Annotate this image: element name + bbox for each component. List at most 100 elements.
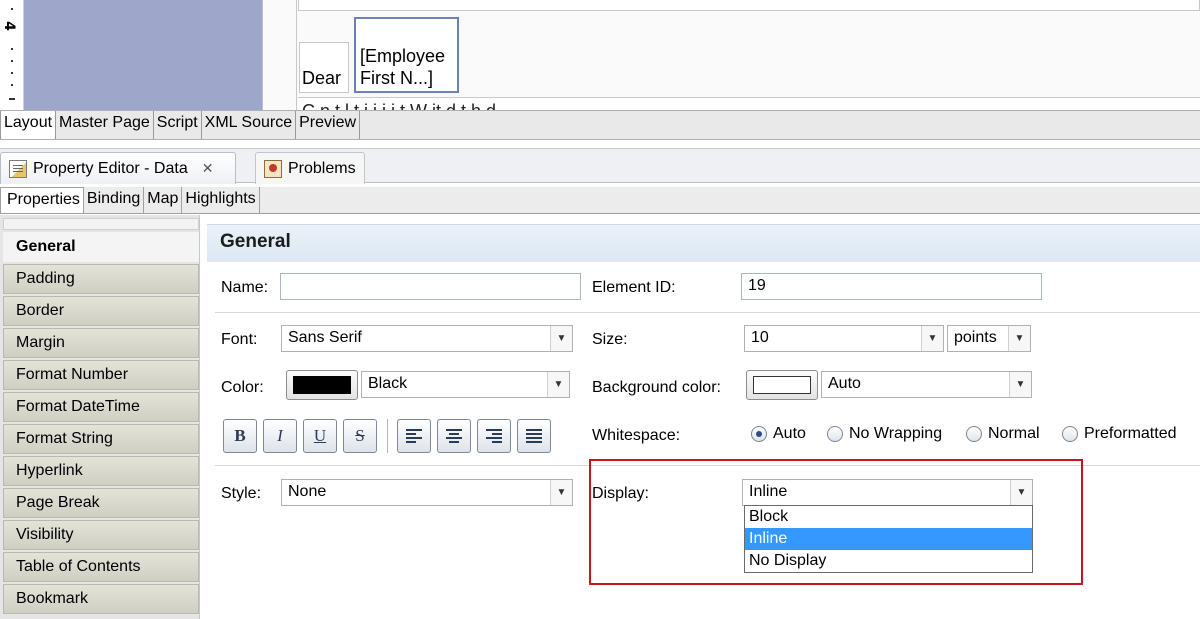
chevron-down-icon[interactable]: ▼	[550, 326, 572, 351]
background-color-select[interactable]: Auto ▼	[821, 371, 1032, 398]
tab-highlights-label: Highlights	[185, 190, 256, 207]
size-label: Size:	[592, 331, 628, 348]
tab-preview[interactable]: Preview	[296, 111, 361, 139]
category-label: Padding	[16, 270, 75, 287]
name-input[interactable]	[280, 273, 581, 300]
italic-icon: I	[277, 426, 283, 445]
color-label: Color:	[221, 379, 264, 396]
align-left-icon	[406, 429, 422, 443]
tab-binding[interactable]: Binding	[84, 187, 145, 213]
color-select-value: Black	[368, 375, 408, 392]
bold-icon: B	[234, 426, 246, 445]
tab-property-editor[interactable]: Property Editor - Data ✕	[0, 152, 236, 184]
ruler-tick	[11, 48, 13, 50]
radio-label: Preformatted	[1084, 425, 1177, 442]
tab-problems-label: Problems	[288, 159, 356, 177]
section-title: General	[220, 231, 291, 252]
underline-icon: U	[313, 426, 327, 445]
problems-icon	[264, 159, 282, 178]
whitespace-preformatted-radio[interactable]: Preformatted	[1062, 425, 1176, 443]
tab-map-label: Map	[147, 190, 179, 207]
category-label: Page Break	[16, 494, 100, 511]
bold-button[interactable]: B	[223, 419, 257, 453]
size-select[interactable]: 10 ▼	[744, 325, 944, 352]
employee-data-label: [Employee First N...]	[360, 46, 446, 88]
chevron-down-icon[interactable]: ▼	[1009, 372, 1031, 397]
tab-layout[interactable]: Layout	[0, 111, 57, 139]
category-label: General	[16, 238, 76, 255]
tab-preview-label: Preview	[299, 114, 357, 131]
tab-master-page-label: Master Page	[59, 114, 150, 131]
tab-script-label: Script	[156, 114, 198, 131]
chevron-down-icon[interactable]: ▼	[1008, 326, 1030, 351]
property-tab-bar: Properties Binding Map Highlights	[0, 187, 1200, 214]
tab-master-page[interactable]: Master Page	[56, 111, 154, 139]
tab-properties[interactable]: Properties	[0, 187, 84, 213]
chevron-down-icon[interactable]: ▼	[921, 326, 943, 351]
tab-highlights[interactable]: Highlights	[182, 187, 260, 213]
category-visibility[interactable]: Visibility	[3, 520, 199, 550]
color-select[interactable]: Black ▼	[361, 371, 570, 398]
tab-problems[interactable]: Problems	[255, 152, 365, 184]
align-justify-button[interactable]	[517, 419, 551, 453]
category-label: Bookmark	[16, 590, 89, 607]
font-select[interactable]: Sans Serif ▼	[281, 325, 573, 352]
category-label: Visibility	[16, 526, 74, 543]
category-general[interactable]: General	[3, 232, 199, 262]
close-icon[interactable]: ✕	[202, 160, 214, 177]
category-format-string[interactable]: Format String	[3, 424, 199, 454]
category-label: Format String	[16, 430, 113, 447]
category-bookmark[interactable]: Bookmark	[3, 584, 199, 614]
background-color-select-value: Auto	[828, 375, 861, 392]
ruler-tick	[11, 72, 13, 74]
category-format-number[interactable]: Format Number	[3, 360, 199, 390]
dear-label: Dear	[302, 68, 342, 88]
underline-button[interactable]: U	[303, 419, 337, 453]
size-unit-value: points	[954, 329, 997, 346]
report-row-top[interactable]	[298, 0, 1200, 11]
tab-map[interactable]: Map	[144, 187, 183, 213]
style-label: Style:	[221, 485, 262, 502]
category-format-datetime[interactable]: Format DateTime	[3, 392, 199, 422]
category-margin[interactable]: Margin	[3, 328, 199, 358]
category-label: Hyperlink	[16, 462, 83, 479]
category-table-of-contents[interactable]: Table of Contents	[3, 552, 199, 582]
category-padding[interactable]: Padding	[3, 264, 199, 294]
whitespace-no-wrapping-radio[interactable]: No Wrapping	[827, 425, 942, 443]
italic-button[interactable]: I	[263, 419, 297, 453]
radio-icon	[1062, 426, 1078, 442]
background-color-picker-button[interactable]	[746, 370, 818, 400]
align-right-button[interactable]	[477, 419, 511, 453]
font-select-value: Sans Serif	[288, 329, 362, 346]
strikethrough-button[interactable]: S	[343, 419, 377, 453]
report-text: C n t l t i i i i t W it d t h d	[302, 101, 1200, 110]
align-left-button[interactable]	[397, 419, 431, 453]
radio-label: Normal	[988, 425, 1040, 442]
section-header	[207, 224, 1200, 262]
align-center-button[interactable]	[437, 419, 471, 453]
element-id-field[interactable]: 19	[741, 273, 1042, 300]
whitespace-auto-radio[interactable]: Auto	[751, 425, 806, 443]
font-label: Font:	[221, 331, 258, 348]
category-page-break[interactable]: Page Break	[3, 488, 199, 518]
color-picker-button[interactable]	[286, 370, 358, 400]
tab-script[interactable]: Script	[153, 111, 202, 139]
category-border[interactable]: Border	[3, 296, 199, 326]
chevron-down-icon[interactable]: ▼	[547, 372, 569, 397]
category-label: Format DateTime	[16, 398, 140, 415]
tab-property-editor-label: Property Editor - Data	[33, 159, 188, 177]
tab-xml-source[interactable]: XML Source	[201, 111, 297, 139]
strikethrough-icon: S	[355, 426, 365, 445]
size-unit-select[interactable]: points ▼	[947, 325, 1031, 352]
chevron-down-icon[interactable]: ▼	[550, 480, 572, 505]
radio-icon	[827, 426, 843, 442]
editor-tab-bar: Layout Master Page Script XML Source Pre…	[0, 110, 1200, 140]
report-text-row[interactable]: C n t l t i i i i t W it d t h d	[298, 97, 1200, 110]
name-label: Name:	[221, 279, 269, 296]
size-select-value: 10	[751, 329, 769, 346]
category-hyperlink[interactable]: Hyperlink	[3, 456, 199, 486]
style-select[interactable]: None ▼	[281, 479, 573, 506]
category-label: Border	[16, 302, 65, 319]
whitespace-normal-radio[interactable]: Normal	[966, 425, 1040, 443]
canvas-guide-line	[296, 0, 297, 110]
